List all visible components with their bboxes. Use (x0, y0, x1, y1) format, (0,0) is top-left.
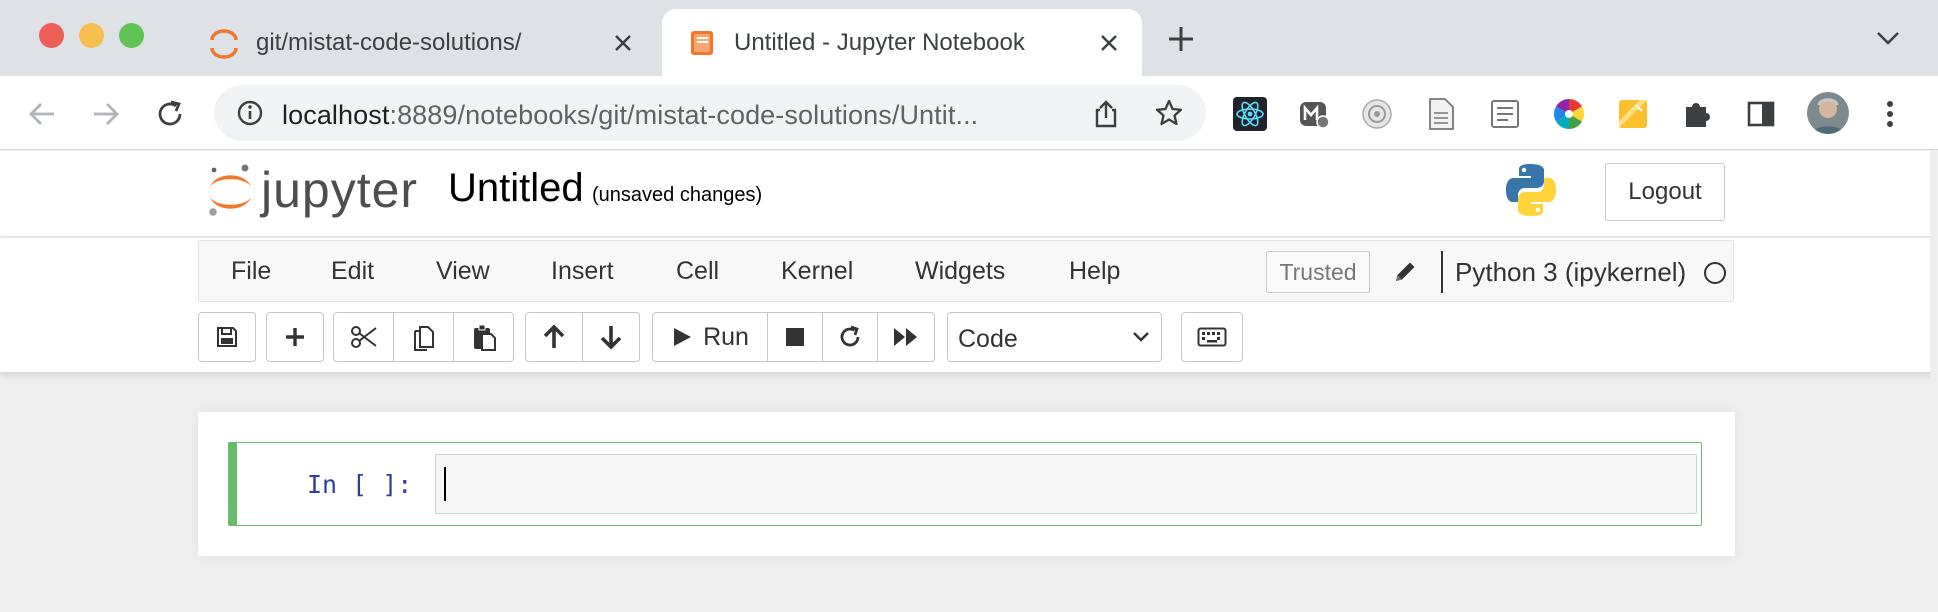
text-caret (444, 467, 446, 501)
chevron-down-icon (1877, 32, 1899, 45)
arrow-up-icon (543, 324, 565, 348)
python-logo-icon (1502, 161, 1560, 219)
react-icon[interactable] (1230, 94, 1270, 134)
trusted-badge[interactable]: Trusted (1266, 251, 1370, 293)
kernel-name[interactable]: Python 3 (ipykernel) (1455, 257, 1686, 288)
jupyter-logo-text[interactable]: jupyter (261, 161, 418, 219)
menu-file[interactable]: File (231, 257, 271, 286)
tab-untitled-notebook[interactable]: Untitled - Jupyter Notebook (662, 9, 1142, 76)
tab-title: git/mistat-code-solutions/ (256, 29, 522, 56)
arrow-down-icon (600, 326, 622, 350)
reload-button[interactable] (150, 94, 190, 134)
window-close-button[interactable] (39, 23, 64, 48)
cut-button[interactable] (333, 312, 394, 362)
share-icon[interactable] (1092, 99, 1120, 129)
paste-button[interactable] (453, 312, 514, 362)
restart-icon (840, 325, 860, 347)
restart-run-all-button[interactable] (877, 312, 935, 362)
floppy-disk-icon (217, 327, 237, 347)
menu-cell[interactable]: Cell (676, 257, 719, 286)
keyboard-icon (1197, 327, 1227, 347)
forward-button[interactable] (86, 94, 126, 134)
move-up-button[interactable] (525, 312, 583, 362)
jupyter-icon (208, 28, 240, 60)
tab-mistat-code-solutions[interactable]: git/mistat-code-solutions/ (196, 9, 656, 76)
site-info-icon[interactable] (236, 99, 264, 127)
save-button[interactable] (198, 312, 256, 362)
run-button[interactable]: Run (652, 312, 768, 362)
document-icon[interactable] (1421, 94, 1461, 134)
notebook-icon (686, 28, 716, 58)
restart-kernel-button[interactable] (822, 312, 878, 362)
kernel-divider (1441, 251, 1443, 293)
menu-insert[interactable]: Insert (551, 257, 614, 286)
avatar[interactable] (1805, 90, 1851, 136)
code-input-area[interactable] (435, 454, 1697, 514)
interrupt-kernel-button[interactable] (767, 312, 823, 362)
input-prompt: In [ ]: (307, 470, 413, 499)
close-tab-icon[interactable] (1094, 28, 1124, 58)
bookmark-star-icon[interactable] (1154, 98, 1184, 128)
cell-type-value: Code (958, 325, 1018, 353)
stop-icon (786, 328, 804, 346)
reload-icon (158, 100, 182, 126)
menu-widgets[interactable]: Widgets (915, 257, 1005, 286)
paste-icon (473, 324, 496, 351)
color-wheel-icon[interactable] (1549, 94, 1589, 134)
edit-pencil-icon[interactable] (1392, 259, 1418, 285)
reader-icon[interactable] (1485, 94, 1525, 134)
plus-icon (1169, 27, 1193, 51)
chevron-down-icon (1132, 331, 1150, 343)
insert-cell-button[interactable] (266, 312, 324, 362)
close-tab-icon[interactable] (608, 28, 638, 58)
jupyter-header: jupyter Untitled (unsaved changes) Logou… (0, 151, 1938, 237)
tab-strip: git/mistat-code-solutions/ Untitled - Ju… (0, 0, 1938, 76)
plus-icon (286, 328, 304, 346)
cell-type-select[interactable]: Code (947, 312, 1162, 362)
run-label: Run (703, 322, 749, 351)
url-text[interactable]: localhost:8889/notebooks/git/mistat-code… (282, 100, 978, 131)
scissors-icon (350, 326, 377, 348)
page-scrollbar[interactable] (1930, 150, 1938, 570)
window-minimize-button[interactable] (79, 23, 104, 48)
url-host: localhost (282, 100, 390, 130)
browser-toolbar: localhost:8889/notebooks/git/mistat-code… (0, 76, 1938, 150)
copy-icon (413, 326, 434, 351)
radio-icon[interactable] (1357, 94, 1397, 134)
menu-kernel[interactable]: Kernel (781, 257, 853, 286)
kernel-status-indicator (1704, 262, 1726, 284)
menubar: File Edit View Insert Cell Kernel Widget… (198, 240, 1734, 302)
sidepanel-icon[interactable] (1741, 94, 1781, 134)
logout-button[interactable]: Logout (1605, 163, 1725, 221)
fast-forward-icon (894, 328, 917, 346)
back-button[interactable] (22, 94, 62, 134)
back-arrow-icon (29, 103, 54, 125)
move-down-button[interactable] (582, 312, 640, 362)
command-palette-button[interactable] (1181, 312, 1243, 362)
copy-button[interactable] (393, 312, 454, 362)
tab-title: Untitled - Jupyter Notebook (734, 29, 1025, 56)
address-bar[interactable]: localhost:8889/notebooks/git/mistat-code… (214, 85, 1206, 141)
notebook-toolbar-area: File Edit View Insert Cell Kernel Widget… (0, 238, 1938, 372)
play-icon (674, 328, 692, 346)
puzzle-icon[interactable] (1677, 94, 1717, 134)
extension-m-icon[interactable] (1294, 94, 1334, 134)
autosave-status: (unsaved changes) (592, 184, 763, 206)
forward-arrow-icon (94, 103, 119, 125)
tab-search-button[interactable] (1876, 30, 1900, 46)
new-tab-button[interactable] (1166, 24, 1196, 54)
notebook-container: In [ ]: (198, 412, 1735, 556)
menu-view[interactable]: View (436, 257, 490, 286)
more-vert-icon[interactable] (1870, 94, 1910, 134)
code-cell[interactable]: In [ ]: (228, 442, 1702, 526)
notes-icon[interactable] (1613, 94, 1653, 134)
menu-help[interactable]: Help (1069, 257, 1120, 286)
jupyter-logo-icon[interactable] (205, 161, 255, 221)
url-path: :8889/notebooks/git/mistat-code-solution… (389, 100, 979, 130)
notebook-title[interactable]: Untitled (448, 166, 584, 211)
menu-edit[interactable]: Edit (331, 257, 374, 286)
window-maximize-button[interactable] (119, 23, 144, 48)
